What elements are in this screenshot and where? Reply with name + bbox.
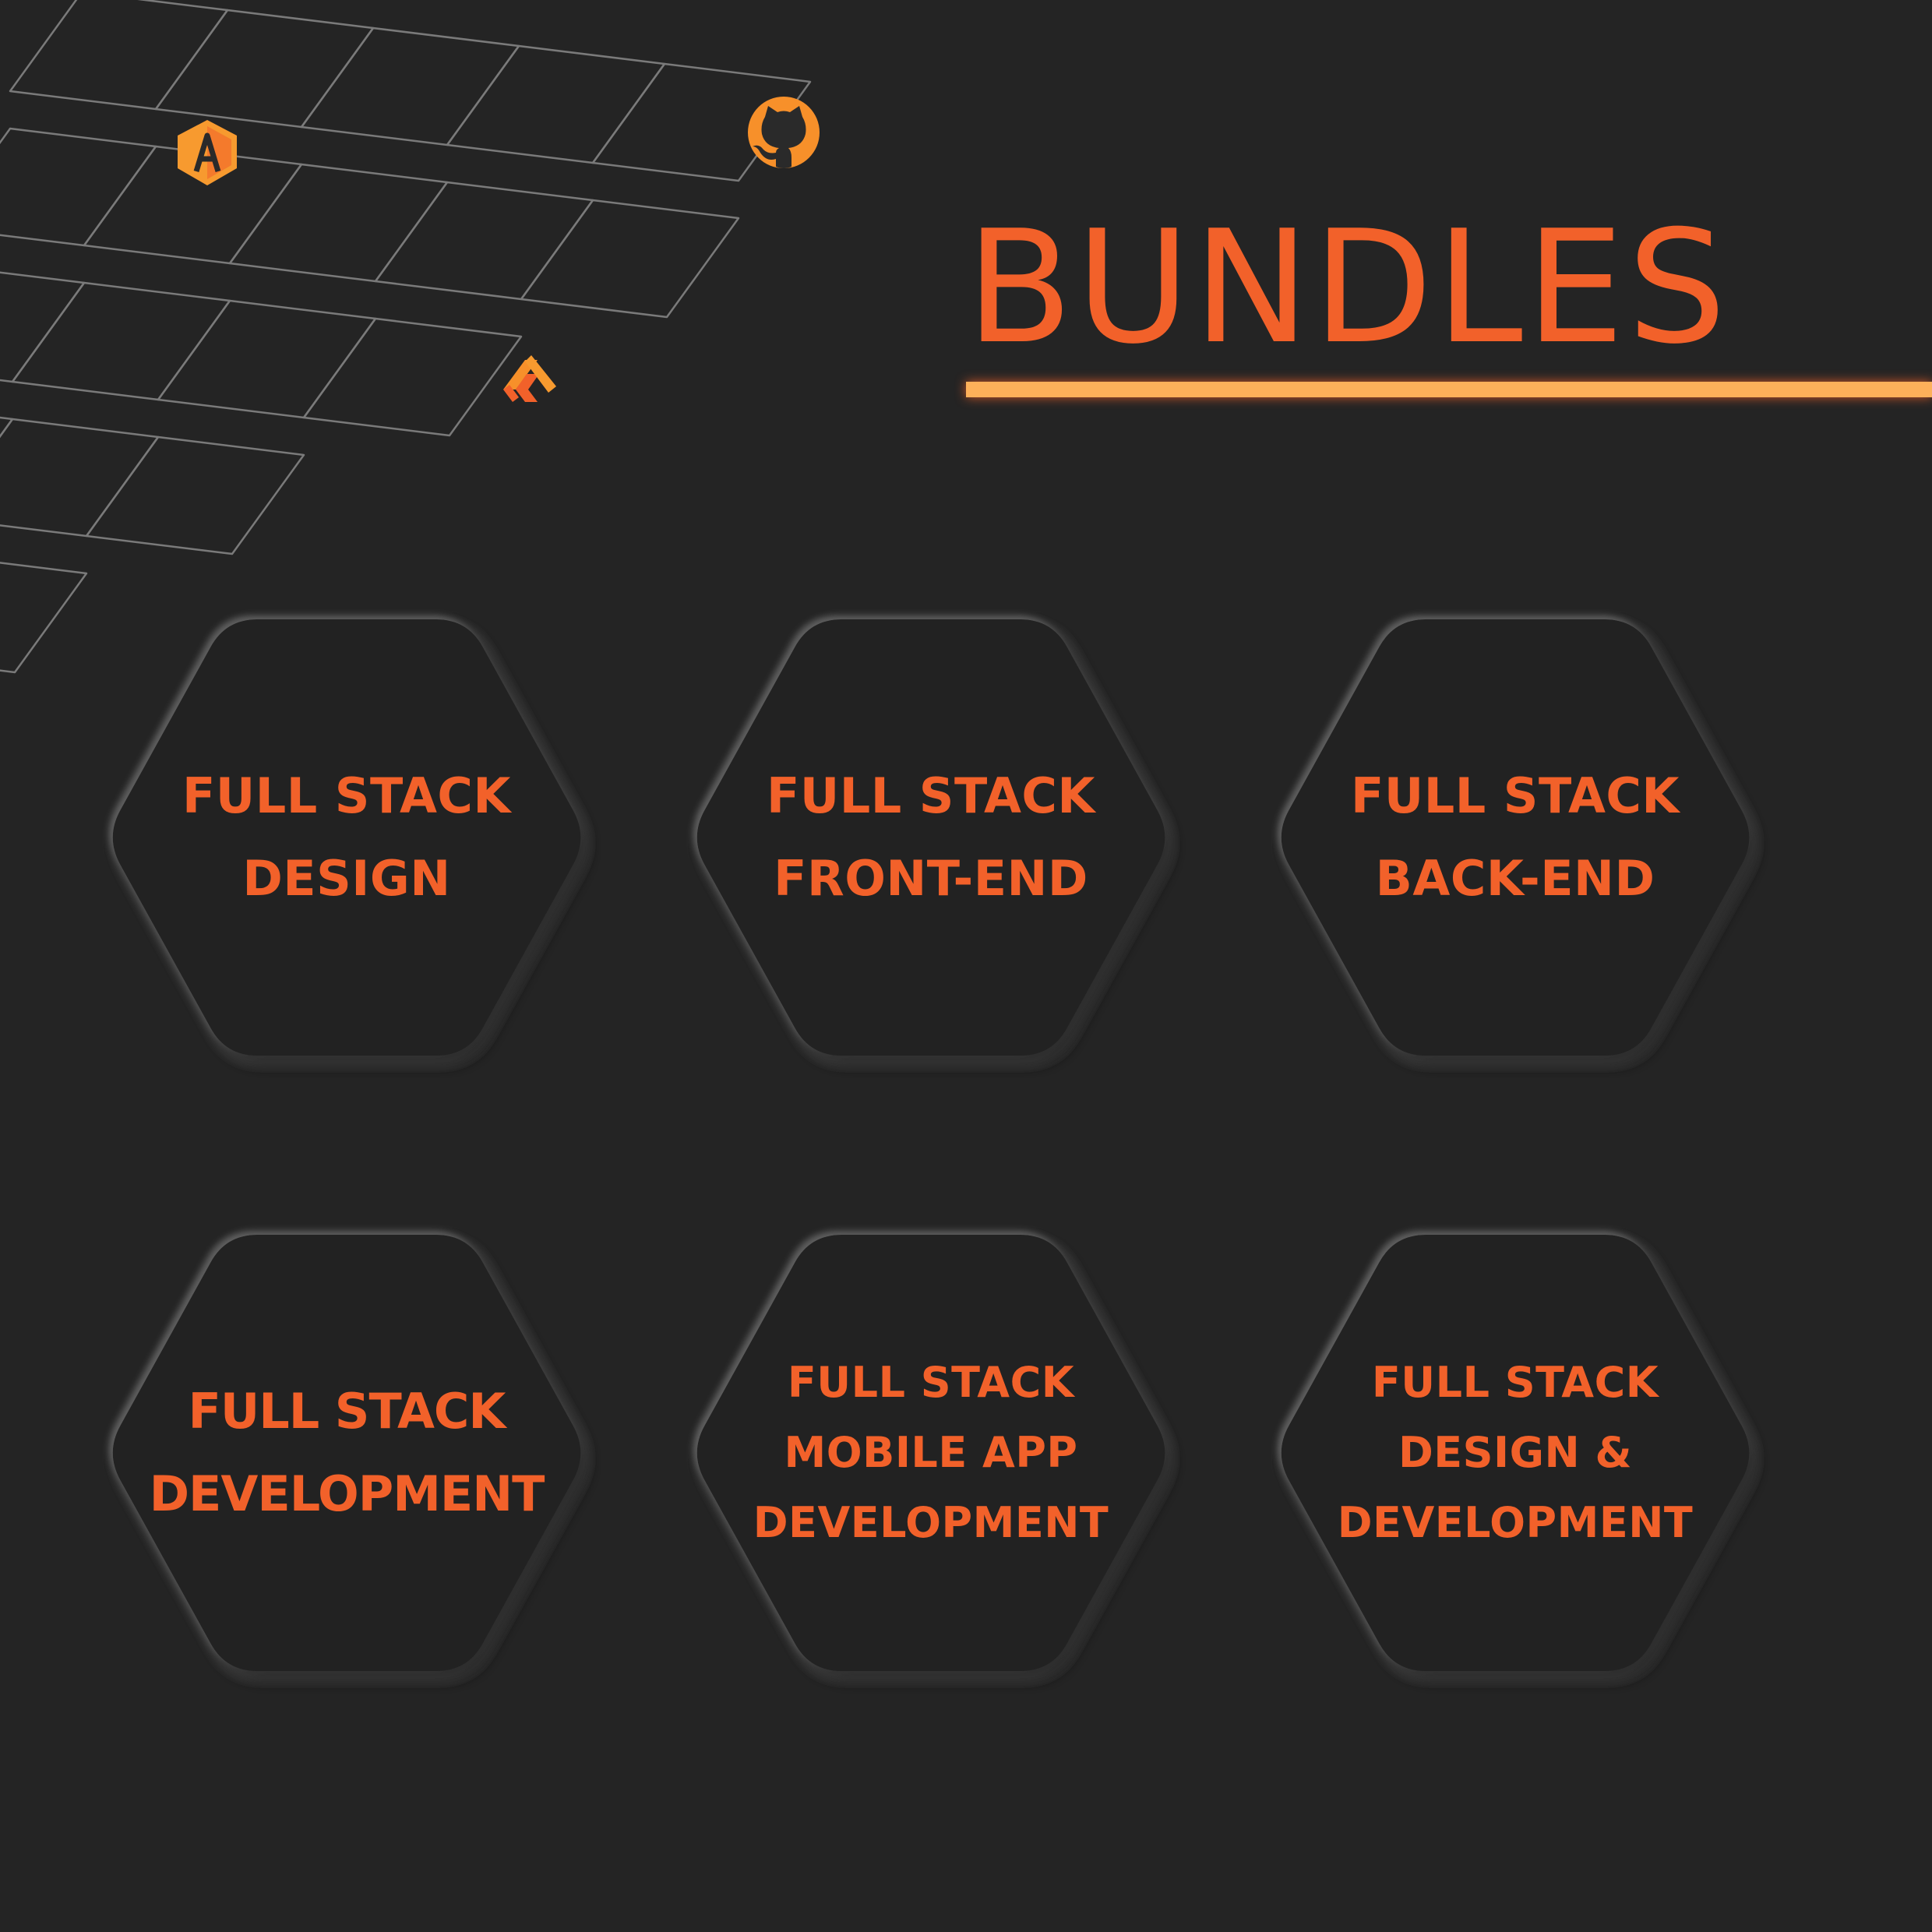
bundle-label: FULL STACK DESIGN: [160, 619, 534, 1056]
bundle-label-line: FULL STACK: [1371, 1358, 1659, 1407]
bundle-label-line: BACK-END: [1375, 850, 1655, 907]
bundle-label-line: FULL STACK: [1351, 767, 1680, 824]
bundle-label-line: MOBILE APP: [784, 1428, 1078, 1477]
bundle-label-line: FULL STACK: [767, 767, 1095, 824]
github-icon: [748, 97, 820, 168]
bundle-label-line: FULL STACK: [182, 767, 511, 824]
angular-icon: [178, 120, 237, 185]
title-underline: [966, 382, 1932, 397]
bundle-label: FULL STACK MOBILE APP DEVELOPMENT: [744, 1235, 1118, 1671]
bundle-label-line: FULL STACK: [787, 1358, 1075, 1407]
bundle-label-line: DESIGN &: [1398, 1428, 1633, 1477]
cube-pattern-background: [0, 0, 820, 674]
bundle-label-line: DEVELOPMENT: [753, 1498, 1109, 1547]
bundle-label-line: DEVELOPMENT: [1337, 1498, 1694, 1547]
bundle-card[interactable]: FULL STACK MOBILE APP DEVELOPMENT: [689, 1235, 1172, 1671]
bundle-card[interactable]: FULL STACK FRONT-END: [689, 619, 1172, 1056]
bundle-label-line: FULL STACK: [188, 1383, 506, 1440]
bundle-label-line: DESIGN: [242, 850, 451, 907]
bundle-label: FULL STACK DESIGN & DEVELOPMENT: [1328, 1235, 1702, 1671]
bundle-label: FULL STACK BACK-END: [1328, 619, 1702, 1056]
page-title: BUNDLES: [966, 197, 1729, 379]
bundle-card[interactable]: FULL STACK DEVELOPMENT: [105, 1235, 588, 1671]
bundle-card[interactable]: FULL STACK DESIGN: [105, 619, 588, 1056]
bundle-card[interactable]: FULL STACK DESIGN & DEVELOPMENT: [1274, 1235, 1757, 1671]
bundle-label: FULL STACK DEVELOPMENT: [150, 1235, 545, 1671]
flutter-icon: [503, 355, 556, 402]
bundle-label-line: DEVELOPMENT: [149, 1465, 545, 1522]
bundle-card[interactable]: FULL STACK BACK-END: [1274, 619, 1757, 1056]
bundle-label-line: FRONT-END: [774, 850, 1088, 907]
bundle-label: FULL STACK FRONT-END: [744, 619, 1118, 1056]
